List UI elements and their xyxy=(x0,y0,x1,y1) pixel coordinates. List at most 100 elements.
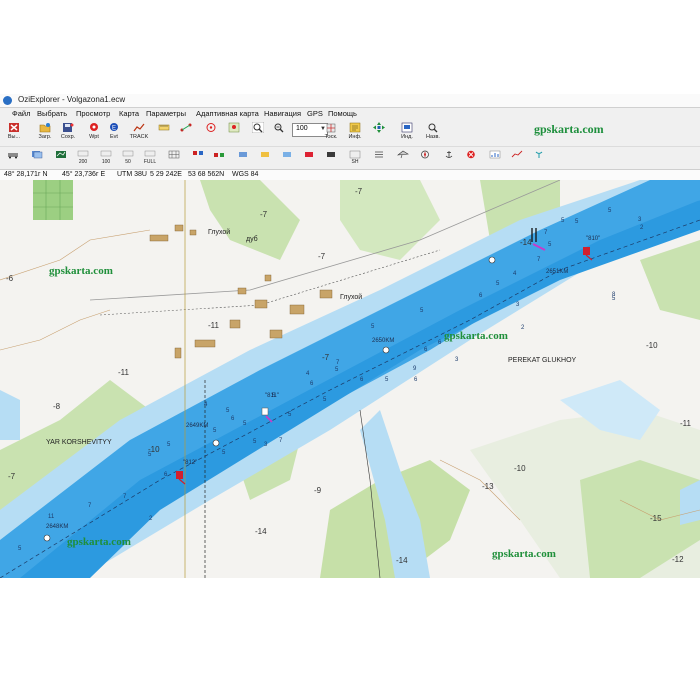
sh-icon xyxy=(349,150,361,159)
tool-gps-a-button[interactable] xyxy=(189,149,207,167)
tool-gps-d-button[interactable] xyxy=(256,149,274,167)
tool-list-button[interactable] xyxy=(370,149,388,167)
names-button[interactable]: Назв. xyxy=(422,121,444,143)
tool-gps-b-button[interactable] xyxy=(210,149,228,167)
sounding: 5 xyxy=(213,428,217,434)
route-icon xyxy=(180,123,192,132)
svg-text:E: E xyxy=(112,126,116,132)
menu-help[interactable]: Помощь xyxy=(328,109,357,118)
ozi-window: OziExplorer - Volgazona1.ecw Файл Выбрат… xyxy=(0,94,700,578)
tool-grid-button[interactable] xyxy=(165,149,183,167)
title-bar[interactable]: OziExplorer - Volgazona1.ecw xyxy=(0,94,700,108)
tool-stop-button[interactable] xyxy=(462,149,480,167)
yar-label: YAR KORSHEVITYY xyxy=(46,439,112,446)
gps-icon xyxy=(261,152,269,157)
menu-navigation[interactable]: Навигация xyxy=(264,109,301,118)
exit-button[interactable]: Вы... xyxy=(3,121,25,143)
track-tool-icon xyxy=(326,123,336,133)
sounding: 7 xyxy=(123,494,127,500)
land-depth: -14 xyxy=(396,556,408,565)
track-button[interactable]: TRACK xyxy=(128,121,150,143)
ruler-icon xyxy=(158,124,170,131)
proximity-button[interactable] xyxy=(200,121,222,143)
menu-select[interactable]: Выбрать xyxy=(37,109,67,118)
km-label: "810" xyxy=(586,236,601,242)
sounding: 4 xyxy=(204,402,208,408)
zoom-100-button[interactable]: 100 xyxy=(97,149,115,167)
tool-gps-g-button[interactable] xyxy=(322,149,340,167)
route-button[interactable] xyxy=(175,121,197,143)
zoom-preset-icon xyxy=(77,150,89,157)
tool-layers-button[interactable] xyxy=(28,149,46,167)
sounding: 6 xyxy=(414,377,418,383)
sounding: 2 xyxy=(640,225,644,231)
graph-icon xyxy=(511,150,523,158)
zoom-in-button[interactable] xyxy=(247,121,269,143)
layers-icon xyxy=(32,151,43,159)
sounding: 5 xyxy=(420,308,424,314)
status-latitude: 48° 28,171г N xyxy=(4,171,48,178)
app-icon xyxy=(3,96,12,105)
zoom-full-button[interactable]: FULL xyxy=(141,149,159,167)
proximity-icon xyxy=(206,123,216,132)
sounding: 5 xyxy=(548,242,552,248)
tool-map-button[interactable] xyxy=(52,149,70,167)
map-feature-button[interactable] xyxy=(223,121,245,143)
land-depth: -7 xyxy=(322,353,330,362)
tool-graph-button[interactable] xyxy=(508,149,526,167)
menu-view[interactable]: Просмотр xyxy=(76,109,110,118)
land-depth: -14 xyxy=(255,527,267,536)
menu-file[interactable]: Файл xyxy=(12,109,30,118)
sounding: 6 xyxy=(424,347,428,353)
tool-signal-button[interactable] xyxy=(530,149,548,167)
load-map-button[interactable]: Загр. xyxy=(34,121,56,143)
tool-gps-f-button[interactable] xyxy=(300,149,318,167)
sounding: 6 xyxy=(360,377,364,383)
menu-params[interactable]: Параметры xyxy=(146,109,186,118)
sounding: 5 xyxy=(243,421,247,427)
zoom-out-icon xyxy=(274,123,284,133)
indicator-icon xyxy=(401,122,413,133)
track-tool-button[interactable]: Тэск. xyxy=(320,121,342,143)
zoom-preset-icon xyxy=(144,150,156,157)
zoom-50-button[interactable]: 50 xyxy=(119,149,137,167)
window-title: OziExplorer - Volgazona1.ecw xyxy=(18,95,126,104)
menu-gps[interactable]: GPS xyxy=(307,109,323,118)
tool-chart-button[interactable] xyxy=(486,149,504,167)
tool-gps-e-button[interactable] xyxy=(278,149,296,167)
move-map-button[interactable] xyxy=(368,121,390,143)
tool-anchor-button[interactable] xyxy=(440,149,458,167)
map-view[interactable]: gpskarta.com gpskarta.com gpskarta.com g… xyxy=(0,180,700,578)
oak-label: дуб xyxy=(246,236,258,243)
sounding: 5 xyxy=(496,281,500,287)
tool-plane-button[interactable] xyxy=(394,149,412,167)
zoom-out-button[interactable] xyxy=(268,121,290,143)
sounding: 2 xyxy=(149,516,153,522)
sounding: 3 xyxy=(638,217,642,223)
save-button[interactable]: Сохр. xyxy=(57,121,79,143)
tool-gps-c-button[interactable] xyxy=(234,149,252,167)
km-label: 2650KM xyxy=(372,338,395,344)
sounding: 5 xyxy=(371,324,375,330)
indicator-button[interactable]: Инд. xyxy=(396,121,418,143)
track-icon xyxy=(133,123,145,132)
status-datum: WGS 84 xyxy=(232,171,259,178)
sounding: 5 xyxy=(18,546,22,552)
tool-compass-button[interactable] xyxy=(416,149,434,167)
sounding: 5 xyxy=(335,367,339,373)
sounding: 5 xyxy=(575,219,579,225)
menu-map[interactable]: Карта xyxy=(119,109,139,118)
perekat-label: PEREKAT GLUKHOY xyxy=(508,357,577,364)
tool-home-button[interactable] xyxy=(4,149,22,167)
info-button[interactable]: Инф. xyxy=(344,121,366,143)
km-label: 2651KM xyxy=(546,269,569,275)
tool-sh-button[interactable]: SH xyxy=(346,149,364,167)
land-depth: -15 xyxy=(650,514,662,523)
signal-icon xyxy=(535,151,543,158)
land-depth: -14 xyxy=(520,238,532,247)
event-button[interactable]: E Evt xyxy=(103,121,125,143)
ruler-button[interactable] xyxy=(153,121,175,143)
event-icon: E xyxy=(110,123,118,132)
menu-adaptive-map[interactable]: Адаптивная карта xyxy=(196,109,259,118)
zoom-200-button[interactable]: 200 xyxy=(74,149,92,167)
